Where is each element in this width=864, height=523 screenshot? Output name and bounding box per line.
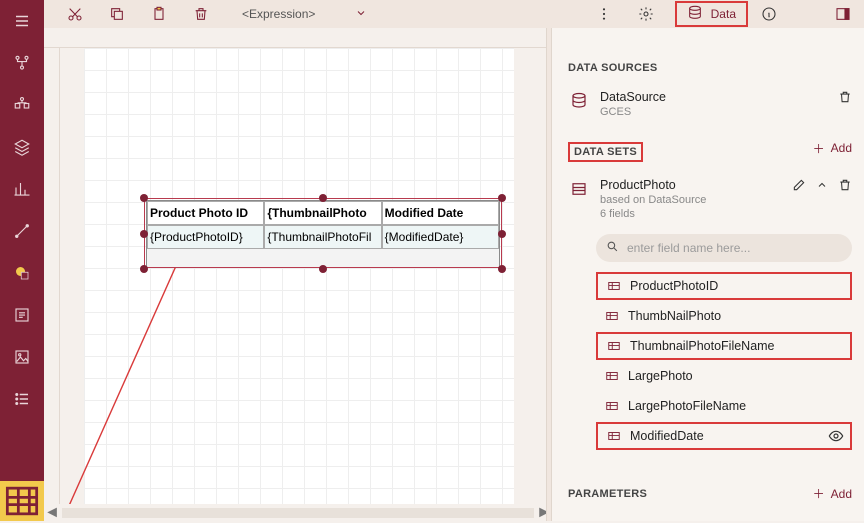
resize-handle[interactable] [319,265,327,273]
database-icon [568,90,590,112]
table-header-cell[interactable]: Product Photo ID [147,201,264,225]
table-detail-row[interactable]: {ProductPhotoID} {ThumbnailPhotoFil {Mod… [147,225,499,249]
field-item-thumbnailphoto[interactable]: ThumbNailPhoto [596,302,852,330]
delete-button[interactable] [188,1,214,27]
cut-button[interactable] [62,1,88,27]
field-icon [606,428,622,444]
hamburger-menu-button[interactable] [0,0,44,42]
database-icon [687,5,703,24]
resize-handle[interactable] [140,194,148,202]
settings-button[interactable] [633,1,659,27]
section-title-parameters: PARAMETERS [568,488,647,500]
table-header-row[interactable]: Product Photo ID {ThumbnailPhoto Modifie… [147,201,499,225]
scrollbar-track[interactable] [62,508,534,518]
sidebar-chart-button[interactable] [0,168,44,210]
sidebar-richtext-button[interactable] [0,294,44,336]
field-filter[interactable] [596,234,852,262]
data-set-field-count: 6 fields [600,208,706,220]
sidebar-groups-button[interactable] [0,84,44,126]
visibility-toggle[interactable] [828,433,844,447]
table-cell[interactable]: {ThumbnailPhotoFil [264,225,381,249]
ruler-vertical [44,48,60,504]
table-cell[interactable]: {ProductPhotoID} [147,225,264,249]
table-header-cell[interactable]: {ThumbnailPhoto [264,201,381,225]
top-toolbar: <Expression> Data [44,0,864,28]
data-source-name: DataSource [600,90,666,104]
data-set-name: ProductPhoto [600,178,706,192]
info-button[interactable] [756,1,782,27]
add-label: Add [831,487,852,501]
collapse-data-set-button[interactable] [816,179,828,194]
data-panel: DATA SOURCES DataSource GCES DATA SETS ＋… [552,28,864,521]
section-title-data-sources: DATA SOURCES [568,62,852,74]
expression-dropdown[interactable]: <Expression> [242,7,367,22]
search-icon [606,240,619,256]
delete-data-source-button[interactable] [838,90,852,107]
field-label: ThumbnailPhotoFileName [630,339,775,353]
data-source-sub: GCES [600,106,666,118]
field-filter-input[interactable] [627,241,842,255]
table-header-cell[interactable]: Modified Date [382,201,499,225]
sidebar-shape-button[interactable] [0,252,44,294]
report-table[interactable]: Product Photo ID {ThumbnailPhoto Modifie… [146,200,500,268]
field-icon [604,308,620,324]
scroll-left-button[interactable]: ◄ [44,505,60,521]
field-item-modifieddate[interactable]: ModifiedDate [596,422,852,450]
field-icon [604,368,620,384]
chevron-down-icon [355,7,367,22]
field-list: ProductPhotoID ThumbNailPhoto ThumbnailP… [596,272,852,469]
table-cell[interactable]: {ModifiedDate} [382,225,499,249]
field-label: ThumbNailPhoto [628,309,721,323]
field-label: ProductPhotoID [630,279,718,293]
resize-handle[interactable] [498,194,506,202]
left-sidebar [0,0,44,521]
resize-handle[interactable] [498,230,506,238]
edit-data-set-button[interactable] [792,178,806,195]
field-icon [606,278,622,294]
delete-data-set-button[interactable] [838,178,852,195]
field-item-thumbnailphotofilename[interactable]: ThumbnailPhotoFileName [596,332,852,360]
resize-handle[interactable] [319,194,327,202]
data-tab-label: Data [711,7,736,21]
section-title-data-sets: DATA SETS [568,142,643,162]
dataset-icon [568,178,590,200]
data-set-sub: based on DataSource [600,194,706,206]
field-label: ModifiedDate [630,429,704,443]
toggle-panel-button[interactable] [830,1,856,27]
sidebar-table-button[interactable] [0,481,44,521]
copy-button[interactable] [104,1,130,27]
canvas-page[interactable]: Product Photo ID {ThumbnailPhoto Modifie… [84,48,514,504]
field-item-largephoto[interactable]: LargePhoto [596,362,852,390]
field-label: LargePhoto [628,369,693,383]
add-parameter-button[interactable]: ＋ Add [813,485,852,502]
sidebar-explorer-button[interactable] [0,42,44,84]
sidebar-list-button[interactable] [0,378,44,420]
field-item-largephotofilename[interactable]: LargePhotoFileName [596,392,852,420]
sidebar-line-button[interactable] [0,210,44,252]
field-icon [606,338,622,354]
paste-button[interactable] [146,1,172,27]
plus-icon: ＋ [813,140,825,157]
data-set-item[interactable]: ProductPhoto based on DataSource 6 field… [568,172,852,226]
expression-label: <Expression> [242,7,315,21]
add-label: Add [831,141,852,155]
plus-icon: ＋ [813,485,825,502]
resize-handle[interactable] [498,265,506,273]
data-tab[interactable]: Data [675,1,748,27]
field-label: LargePhotoFileName [628,399,746,413]
sidebar-image-button[interactable] [0,336,44,378]
ruler-horizontal [44,28,552,48]
field-item-productphotoid[interactable]: ProductPhotoID [596,272,852,300]
resize-handle[interactable] [140,265,148,273]
field-icon [604,398,620,414]
sidebar-layers-button[interactable] [0,126,44,168]
canvas-horizontal-scrollbar[interactable]: ◄ ► [44,505,552,521]
more-button[interactable] [591,1,617,27]
resize-handle[interactable] [140,230,148,238]
design-canvas[interactable]: Product Photo ID {ThumbnailPhoto Modifie… [60,48,540,504]
data-source-item[interactable]: DataSource GCES [568,84,852,124]
add-data-set-button[interactable]: ＋ Add [813,140,852,157]
